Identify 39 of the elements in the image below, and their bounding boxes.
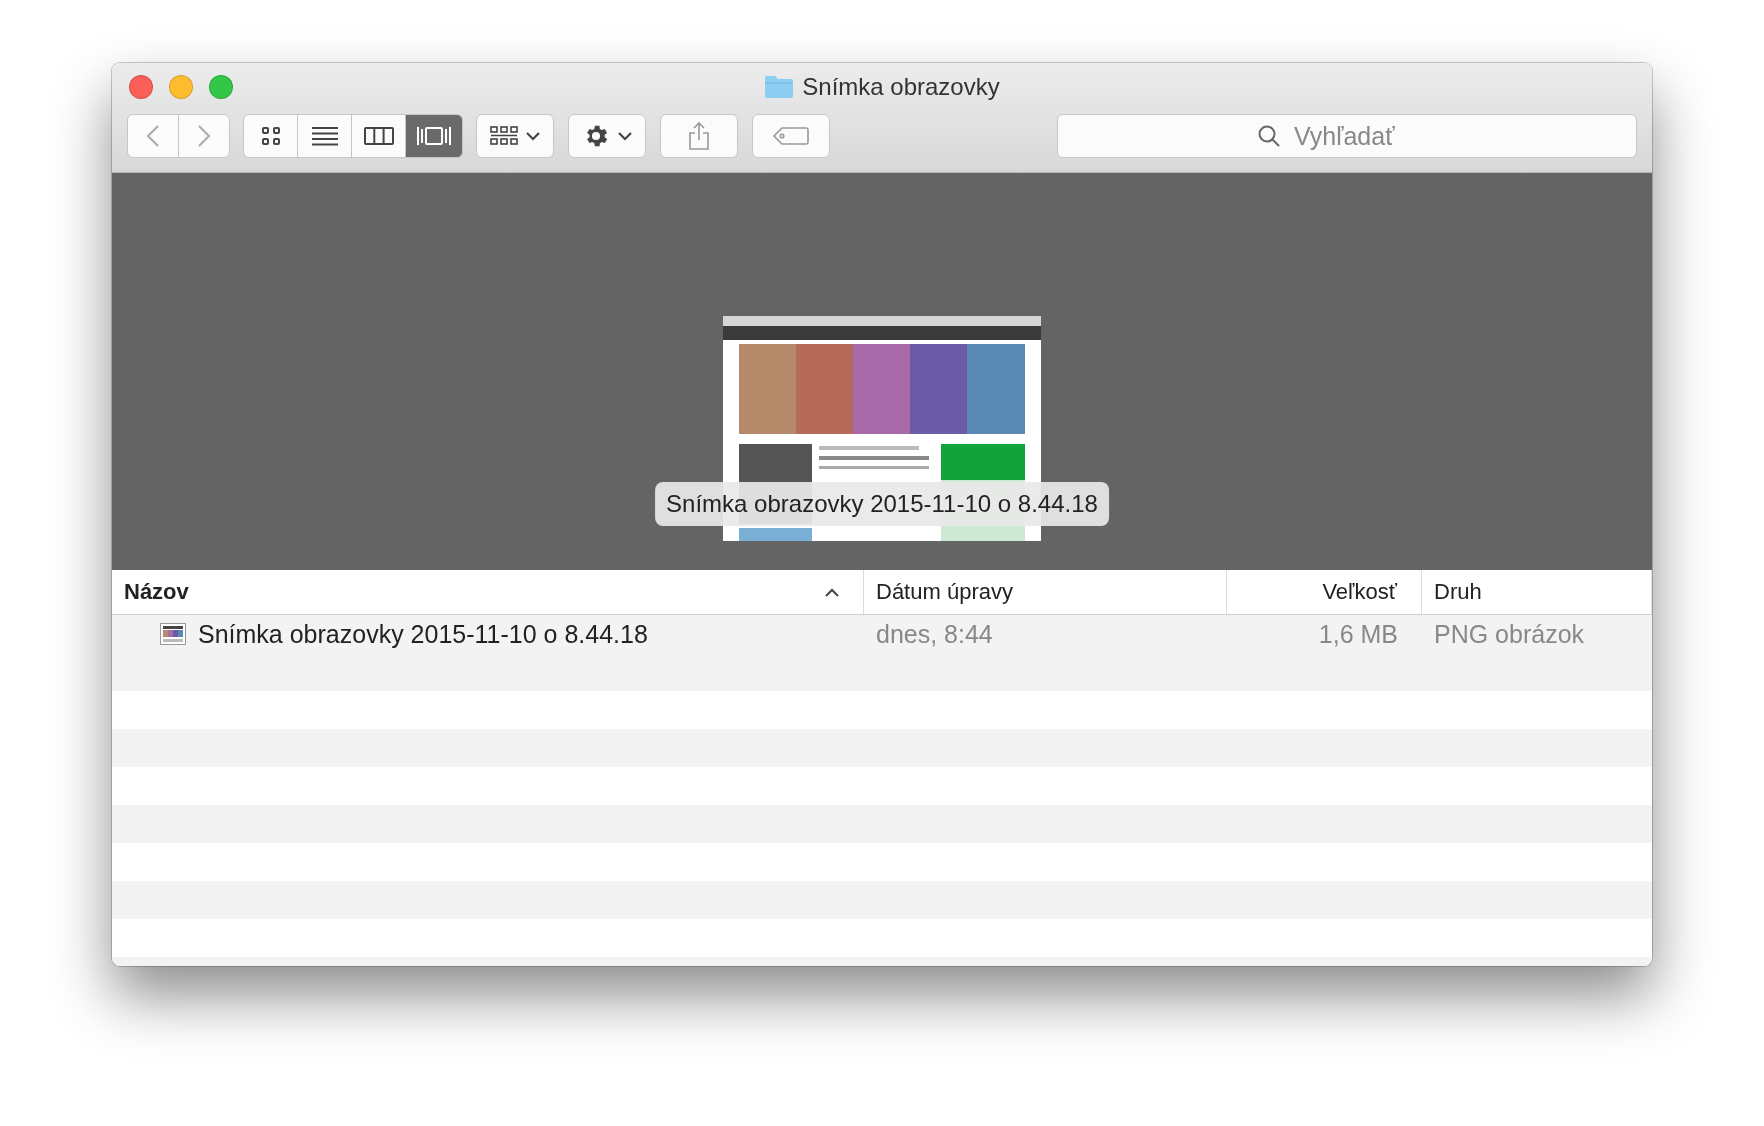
view-mode-button[interactable]: [351, 114, 406, 158]
file-name: Snímka obrazovky 2015-11-10 o 8.44.18: [198, 619, 648, 649]
list-view-icon: [310, 125, 339, 147]
folder-icon: [764, 75, 795, 99]
image-file-icon: [160, 623, 186, 645]
cover-flow-icon: [416, 125, 452, 147]
icon-view-icon: [259, 125, 282, 147]
view-mode-button[interactable]: [243, 114, 298, 158]
window-title: Snímka obrazovky: [802, 73, 1000, 101]
search-field[interactable]: Vyhľadať: [1057, 114, 1637, 158]
chevron-right-icon: [197, 124, 211, 148]
caret-icon: [526, 131, 540, 141]
column-header[interactable]: Druh: [1422, 570, 1652, 614]
search-icon: [1257, 124, 1281, 148]
group-button[interactable]: [476, 114, 554, 158]
share-button[interactable]: [660, 114, 738, 158]
zoom-button[interactable]: [209, 75, 233, 99]
view-mode-button[interactable]: [297, 114, 352, 158]
file-caption: Snímka obrazovky 2015-11-10 o 8.44.18: [655, 482, 1109, 526]
file-kind: PNG obrázok: [1433, 619, 1586, 649]
file-row[interactable]: Snímka obrazovky 2015-11-10 o 8.44.18 dnes, 8:44 1,6 MB PNG obrázok: [112, 615, 1652, 653]
tag-icon: [773, 126, 809, 146]
action-button[interactable]: [568, 114, 646, 158]
grid-icon: [490, 125, 518, 147]
share-icon: [688, 121, 710, 151]
date-modified: dnes, 8:44: [875, 619, 994, 649]
file-size: 1,6 MB: [1317, 619, 1399, 649]
column-header[interactable]: Dátum úpravy: [864, 570, 1227, 614]
view-mode-button[interactable]: [405, 114, 463, 158]
close-button[interactable]: [129, 75, 153, 99]
column-view-icon: [363, 125, 394, 147]
caret-icon: [618, 131, 632, 141]
minimize-button[interactable]: [169, 75, 193, 99]
forward-button[interactable]: [178, 114, 230, 158]
back-button[interactable]: [127, 114, 179, 158]
column-header[interactable]: Veľkosť: [1227, 570, 1422, 614]
tag-button[interactable]: [752, 114, 830, 158]
column-header[interactable]: Názov: [112, 570, 864, 614]
chevron-left-icon: [146, 124, 160, 148]
